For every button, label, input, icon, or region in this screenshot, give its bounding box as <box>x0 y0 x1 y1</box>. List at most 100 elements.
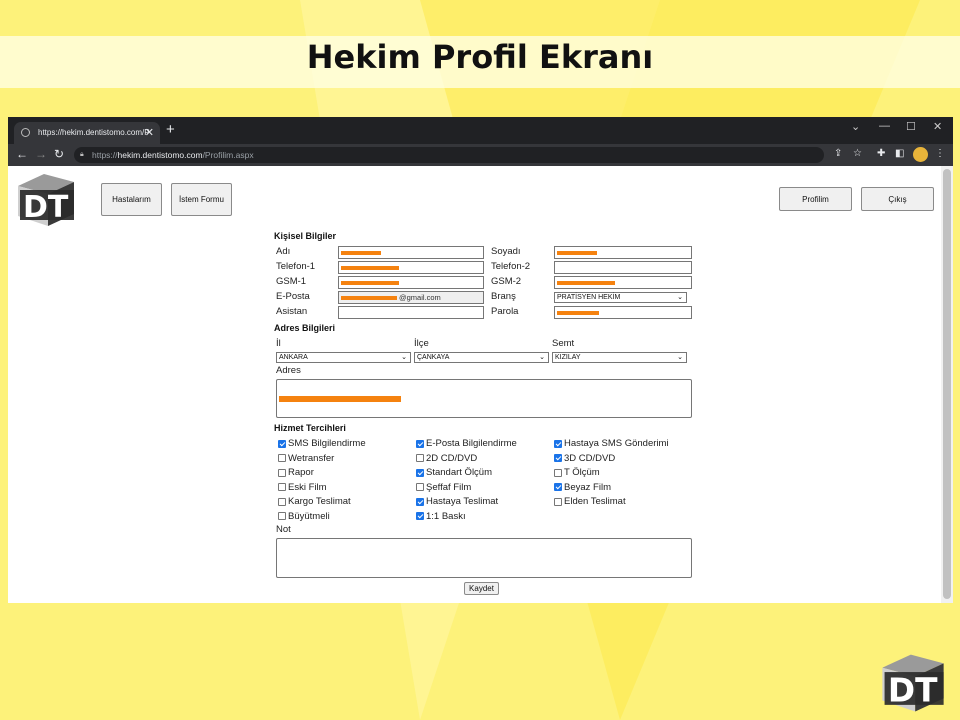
profilim-button[interactable]: Profilim <box>779 187 852 211</box>
service-option-label: SMS Bilgilendirme <box>288 438 366 449</box>
service-option-label: Wetransfer <box>288 452 335 464</box>
service-option-label: Eski Film <box>288 481 327 493</box>
telefon1-input[interactable] <box>338 261 484 274</box>
checkbox-unchecked[interactable] <box>416 483 424 491</box>
kaydet-button[interactable]: Kaydet <box>464 582 499 595</box>
adres-bilgileri-title: Adres Bilgileri <box>274 323 336 333</box>
telefon2-input[interactable] <box>554 261 692 274</box>
checkbox-checked[interactable] <box>416 439 424 448</box>
soyadi-input[interactable] <box>554 246 692 259</box>
service-option[interactable]: Hastaya SMS Gönderimi <box>554 438 669 449</box>
share-icon[interactable]: ⇪ <box>834 148 842 159</box>
back-icon[interactable]: ← <box>16 147 28 161</box>
adi-label: Adı <box>276 246 291 257</box>
checkbox-unchecked[interactable] <box>278 454 286 462</box>
service-option[interactable]: Wetransfer <box>278 453 334 464</box>
eposta-input[interactable]: @gmail.com <box>338 291 484 304</box>
service-option[interactable]: T Ölçüm <box>554 467 600 478</box>
forward-icon[interactable]: → <box>35 147 47 161</box>
lock-icon: 🔒︎ <box>80 151 84 158</box>
checkbox-checked[interactable] <box>554 483 562 491</box>
profile-avatar[interactable] <box>913 147 928 162</box>
maximize-icon[interactable]: ☐ <box>906 120 916 133</box>
service-option-label: Beyaz Film <box>564 481 611 493</box>
service-option[interactable]: Rapor <box>278 467 314 478</box>
extensions-icon[interactable]: ✚ <box>877 148 885 159</box>
brans-select[interactable]: PRATİSYEN HEKİM ⌄ <box>554 292 687 303</box>
tab-title: https://hekim.dentistomo.com/P <box>38 128 150 137</box>
istem-formu-button[interactable]: İstem Formu <box>171 183 232 216</box>
cikis-button[interactable]: Çıkış <box>861 187 934 211</box>
service-option[interactable]: Kargo Teslimat <box>278 496 351 507</box>
service-option[interactable]: Büyütmeli <box>278 511 330 522</box>
service-option[interactable]: Beyaz Film <box>554 482 611 493</box>
il-select[interactable]: ANKARA ⌄ <box>276 352 411 363</box>
service-option[interactable]: Şeffaf Film <box>416 482 471 493</box>
not-label: Not <box>276 524 291 535</box>
soyadi-label: Soyadı <box>491 246 521 257</box>
dt-logo-corner: DT <box>882 654 944 712</box>
adi-input[interactable] <box>338 246 484 259</box>
checkbox-unchecked[interactable] <box>554 468 562 477</box>
ilce-label: İlçe <box>414 338 429 349</box>
service-option-label: E-Posta Bilgilendirme <box>426 438 517 449</box>
checkbox-checked[interactable] <box>416 497 424 506</box>
svg-text:DT: DT <box>23 190 69 225</box>
service-option[interactable]: 1:1 Baskı <box>416 511 466 522</box>
dt-logo: DT <box>18 174 74 226</box>
semt-select[interactable]: KIZILAY ⌄ <box>552 352 687 363</box>
bookmark-star-icon[interactable]: ☆ <box>853 148 862 159</box>
brans-value: PRATİSYEN HEKİM <box>557 294 621 301</box>
menu-icon[interactable]: ⋮ <box>935 148 945 159</box>
tab-search-icon[interactable]: ⌄ <box>851 120 860 133</box>
eposta-label: E-Posta <box>276 291 310 302</box>
telefon2-label: Telefon-2 <box>491 261 531 272</box>
sidepanel-icon[interactable]: ◧ <box>895 148 904 159</box>
address-bar: ← → ↻ 🔒︎ https://hekim.dentistomo.com/Pr… <box>8 144 953 166</box>
checkbox-checked[interactable] <box>554 439 562 448</box>
checkbox-checked[interactable] <box>278 439 286 448</box>
gsm2-input[interactable] <box>554 276 692 289</box>
url-prefix: https:// <box>92 150 118 160</box>
semt-label: Semt <box>552 338 575 349</box>
not-textarea[interactable] <box>276 538 692 578</box>
minimize-icon[interactable]: — <box>879 120 890 132</box>
service-option[interactable]: 2D CD/DVD <box>416 453 477 464</box>
asistan-input[interactable] <box>338 306 484 319</box>
checkbox-unchecked[interactable] <box>278 483 286 491</box>
close-tab-icon[interactable]: ✕ <box>145 122 154 144</box>
globe-icon <box>21 128 30 137</box>
chevron-down-icon: ⌄ <box>677 354 683 361</box>
browser-tab[interactable]: https://hekim.dentistomo.com/P ✕ <box>14 122 160 144</box>
service-option-label: Rapor <box>288 467 314 478</box>
checkbox-checked[interactable] <box>416 512 424 520</box>
svg-text:DT: DT <box>888 672 938 710</box>
adres-textarea[interactable] <box>276 379 692 418</box>
checkbox-unchecked[interactable] <box>554 497 562 506</box>
checkbox-unchecked[interactable] <box>278 468 286 477</box>
scrollbar-thumb[interactable] <box>943 169 951 599</box>
checkbox-unchecked[interactable] <box>416 454 424 462</box>
hizmet-tercihleri-title: Hizmet Tercihleri <box>274 423 346 433</box>
parola-input[interactable] <box>554 306 692 319</box>
service-option[interactable]: 3D CD/DVD <box>554 453 615 464</box>
checkbox-checked[interactable] <box>416 468 424 477</box>
new-tab-icon[interactable]: + <box>166 121 175 138</box>
checkbox-unchecked[interactable] <box>278 497 286 506</box>
service-option[interactable]: Eski Film <box>278 482 327 493</box>
reload-icon[interactable]: ↻ <box>54 147 64 161</box>
service-option[interactable]: Elden Teslimat <box>554 496 626 507</box>
hastalarim-button[interactable]: Hastalarım <box>101 183 162 216</box>
ilce-select[interactable]: ÇANKAYA ⌄ <box>414 352 549 363</box>
url-path: /Profilim.aspx <box>202 150 254 160</box>
service-option[interactable]: Hastaya Teslimat <box>416 496 498 507</box>
service-option[interactable]: E-Posta Bilgilendirme <box>416 438 517 449</box>
close-window-icon[interactable]: ✕ <box>933 120 942 133</box>
gsm1-input[interactable] <box>338 276 484 289</box>
service-option[interactable]: Standart Ölçüm <box>416 467 492 478</box>
checkbox-unchecked[interactable] <box>278 512 286 520</box>
service-option[interactable]: SMS Bilgilendirme <box>278 438 366 449</box>
telefon1-label: Telefon-1 <box>276 261 316 272</box>
url-input[interactable]: 🔒︎ https://hekim.dentistomo.com/Profilim… <box>74 147 824 163</box>
checkbox-checked[interactable] <box>554 454 562 462</box>
